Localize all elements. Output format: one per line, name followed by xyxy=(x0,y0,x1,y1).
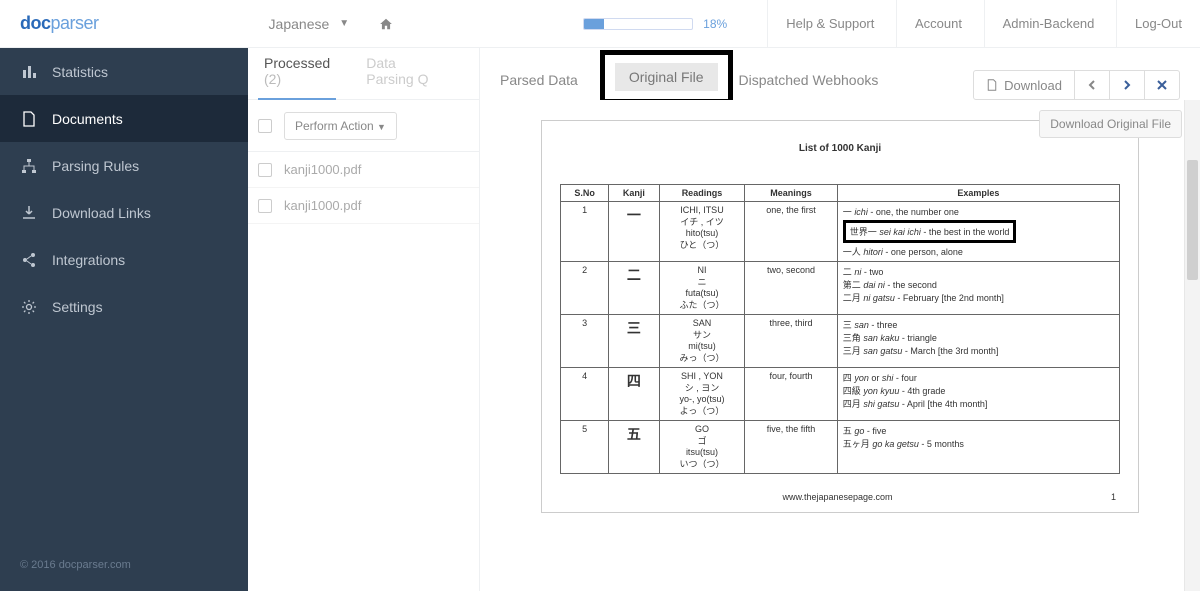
sidebar-footer: © 2016 docparser.com xyxy=(0,539,248,591)
logo[interactable]: docparser xyxy=(0,13,119,34)
download-icon xyxy=(20,205,38,221)
share-icon xyxy=(20,252,38,268)
caret-down-icon[interactable]: ▼ xyxy=(339,18,349,29)
progress-bar xyxy=(583,18,693,30)
file-checkbox[interactable] xyxy=(258,199,272,213)
tab-processed[interactable]: Processed (2) xyxy=(258,43,336,99)
file-name: kanji1000.pdf xyxy=(284,198,361,213)
nav-links: Help & Support Account Admin-Backend Log… xyxy=(767,0,1200,48)
gear-icon xyxy=(20,299,38,315)
tab-parsing-queue[interactable]: Data Parsing Q xyxy=(360,43,445,99)
nav-account[interactable]: Account xyxy=(896,0,980,48)
tab-parsed-data[interactable]: Parsed Data xyxy=(500,60,594,100)
sidebar-item-statistics[interactable]: Statistics xyxy=(0,48,248,95)
progress-indicator: 18% xyxy=(583,17,767,31)
vertical-scrollbar[interactable] xyxy=(1184,100,1200,591)
sidebar: Statistics Documents Parsing Rules Downl… xyxy=(0,48,248,591)
sidebar-label: Settings xyxy=(52,299,103,315)
file-checkbox[interactable] xyxy=(258,163,272,177)
kanji-table: S.NoKanjiReadingsMeaningsExamples 1一ICHI… xyxy=(560,184,1120,474)
document-icon xyxy=(20,111,38,127)
doc-footer-page: 1 xyxy=(1111,492,1116,502)
sidebar-item-download-links[interactable]: Download Links xyxy=(0,189,248,236)
sidebar-label: Integrations xyxy=(52,252,125,268)
close-button[interactable] xyxy=(1144,70,1180,100)
download-button[interactable]: Download xyxy=(973,70,1075,100)
sidebar-label: Parsing Rules xyxy=(52,158,139,174)
file-row[interactable]: kanji1000.pdf xyxy=(248,188,479,224)
next-button[interactable] xyxy=(1109,70,1145,100)
perform-action-dropdown[interactable]: Perform Action ▼ xyxy=(284,112,397,140)
select-all-checkbox[interactable] xyxy=(258,119,272,133)
content-panel: Parsed Data Original File Dispatched Web… xyxy=(480,48,1200,591)
tab-dispatched-webhooks[interactable]: Dispatched Webhooks xyxy=(739,60,895,100)
nav-help[interactable]: Help & Support xyxy=(767,0,892,48)
sidebar-item-settings[interactable]: Settings xyxy=(0,283,248,330)
tab-original-file[interactable]: Original File xyxy=(600,50,733,104)
file-list-panel: Processed (2) Data Parsing Q Perform Act… xyxy=(248,48,480,591)
sidebar-label: Documents xyxy=(52,111,123,127)
toolbar: Download xyxy=(973,70,1180,100)
prev-button[interactable] xyxy=(1074,70,1110,100)
top-nav: docparser Japanese ▼ 18% Help & Support … xyxy=(0,0,1200,48)
bar-chart-icon xyxy=(20,64,38,80)
sitemap-icon xyxy=(20,158,38,174)
nav-admin[interactable]: Admin-Backend xyxy=(984,0,1113,48)
download-original-button[interactable]: Download Original File xyxy=(1039,110,1182,138)
sidebar-label: Statistics xyxy=(52,64,108,80)
sidebar-item-documents[interactable]: Documents xyxy=(0,95,248,142)
progress-text: 18% xyxy=(703,17,727,31)
doc-footer-site: www.thejapanesepage.com xyxy=(782,492,892,502)
sidebar-item-integrations[interactable]: Integrations xyxy=(0,236,248,283)
page-preview: List of 1000 Kanji S.NoKanjiReadingsMean… xyxy=(541,120,1139,513)
home-icon[interactable] xyxy=(379,17,393,31)
sidebar-item-parsing-rules[interactable]: Parsing Rules xyxy=(0,142,248,189)
nav-logout[interactable]: Log-Out xyxy=(1116,0,1200,48)
caret-down-icon: ▼ xyxy=(377,122,386,132)
document-viewer: Download Original File List of 1000 Kanj… xyxy=(480,100,1200,591)
doc-title: List of 1000 Kanji xyxy=(560,143,1120,154)
breadcrumb[interactable]: Japanese xyxy=(119,16,330,32)
sidebar-label: Download Links xyxy=(52,205,151,221)
file-name: kanji1000.pdf xyxy=(284,162,361,177)
file-row[interactable]: kanji1000.pdf xyxy=(248,152,479,188)
